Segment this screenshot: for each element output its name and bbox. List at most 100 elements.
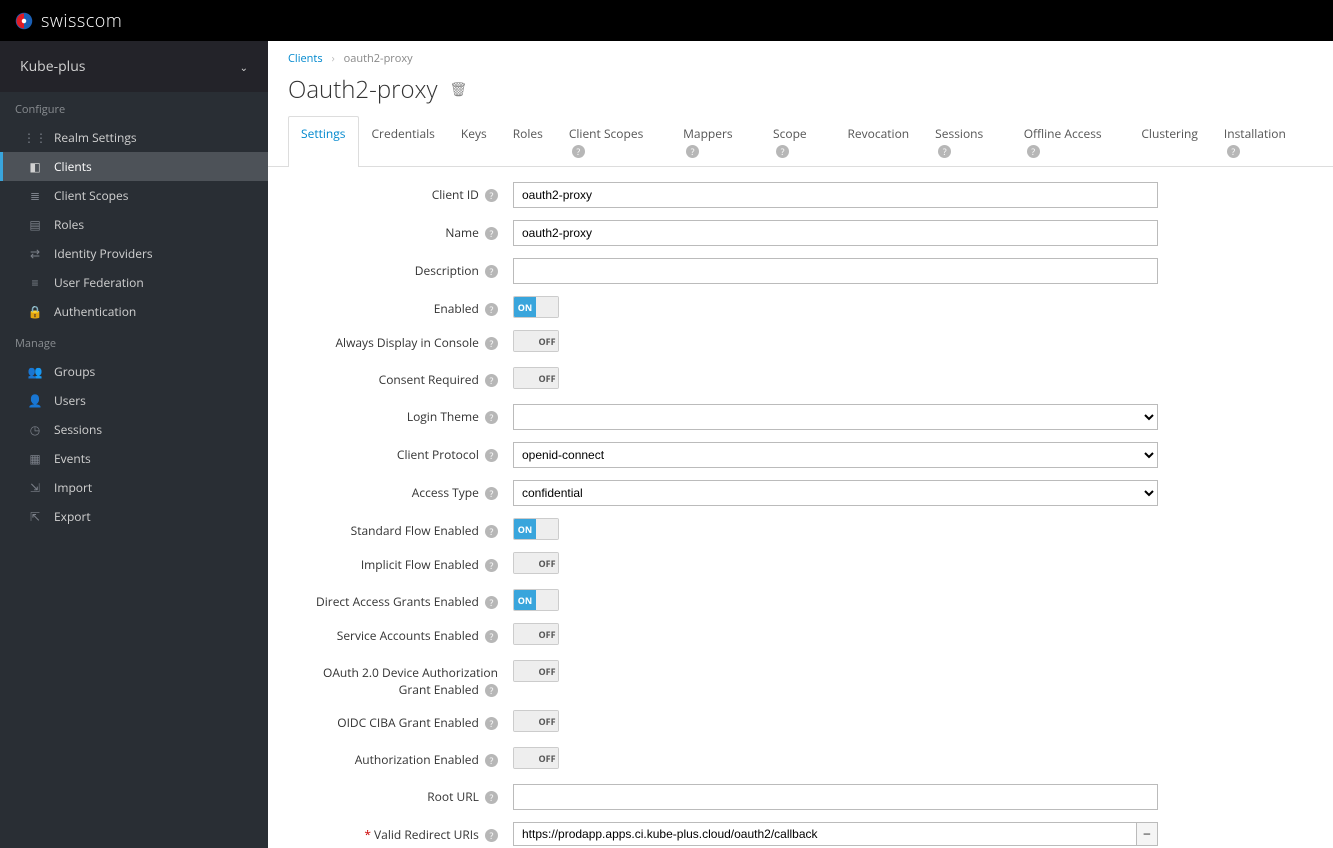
help-icon[interactable]: ?: [485, 791, 498, 804]
export-icon: ⇱: [28, 508, 42, 525]
help-icon[interactable]: ?: [485, 487, 498, 500]
label-authorization-enabled: Authorization Enabled ?: [288, 747, 513, 768]
label-oidc-ciba-grant-enabled: OIDC CIBA Grant Enabled ?: [288, 710, 513, 731]
consent-toggle[interactable]: OFF: [513, 367, 559, 389]
help-icon[interactable]: ?: [485, 596, 498, 609]
help-icon[interactable]: ?: [485, 525, 498, 538]
protocol-select[interactable]: openid-connect: [513, 442, 1158, 468]
topbar: swisscom: [0, 0, 1333, 41]
always-display-toggle[interactable]: OFF: [513, 330, 559, 352]
root-url-input[interactable]: [513, 784, 1158, 810]
exchange-icon: ⇄: [28, 245, 42, 262]
enabled-toggle[interactable]: ON: [513, 296, 559, 318]
help-icon[interactable]: ?: [485, 227, 498, 240]
sidebar-item-export[interactable]: ⇱Export: [0, 502, 268, 531]
breadcrumb-current: oauth2-proxy: [344, 51, 413, 66]
help-icon: ?: [1227, 145, 1240, 158]
direct-access-toggle[interactable]: ON: [513, 589, 559, 611]
sidebar-item-sessions[interactable]: ◷Sessions: [0, 415, 268, 444]
help-icon[interactable]: ?: [485, 630, 498, 643]
standard-flow-toggle[interactable]: ON: [513, 518, 559, 540]
label-standard-flow-enabled: Standard Flow Enabled ?: [288, 518, 513, 539]
label-valid-redirect-uris: *Valid Redirect URIs ?: [288, 822, 513, 843]
access-type-select[interactable]: confidential: [513, 480, 1158, 506]
sidebar-item-realm-settings[interactable]: ⋮⋮Realm Settings: [0, 123, 268, 152]
help-icon: ?: [686, 145, 699, 158]
users-icon: 👥: [28, 363, 42, 380]
label-always-display-in-console: Always Display in Console ?: [288, 330, 513, 351]
tab-credentials[interactable]: Credentials: [359, 116, 448, 167]
sidebar-item-import[interactable]: ⇲Import: [0, 473, 268, 502]
list-icon: ≣: [28, 187, 42, 204]
breadcrumb-clients-link[interactable]: Clients: [288, 51, 323, 66]
help-icon[interactable]: ?: [485, 303, 498, 316]
tab-offline-access[interactable]: Offline Access?: [1011, 116, 1129, 167]
label-client-id: Client ID ?: [288, 182, 513, 203]
name-input[interactable]: [513, 220, 1158, 246]
redirect-uri-remove-button[interactable]: −: [1136, 822, 1158, 846]
tab-revocation[interactable]: Revocation: [834, 116, 922, 167]
help-icon[interactable]: ?: [485, 374, 498, 387]
sidebar-item-roles[interactable]: ▤Roles: [0, 210, 268, 239]
help-icon[interactable]: ?: [485, 189, 498, 202]
tab-client-scopes[interactable]: Client Scopes?: [556, 116, 670, 167]
service-accounts-toggle[interactable]: OFF: [513, 623, 559, 645]
sidebar-item-user-federation[interactable]: ≡User Federation: [0, 268, 268, 297]
delete-icon[interactable]: 🗑: [450, 80, 468, 99]
brand-text: swisscom: [41, 9, 122, 33]
help-icon: ?: [1027, 145, 1040, 158]
label-service-accounts-enabled: Service Accounts Enabled ?: [288, 623, 513, 644]
redirect-uri-input[interactable]: [513, 822, 1137, 846]
sidebar-item-identity-providers[interactable]: ⇄Identity Providers: [0, 239, 268, 268]
realm-name: Kube-plus: [20, 57, 85, 76]
sidebar-item-groups[interactable]: 👥Groups: [0, 357, 268, 386]
tab-clustering[interactable]: Clustering: [1128, 116, 1211, 167]
brand[interactable]: swisscom: [15, 9, 122, 33]
tab-roles[interactable]: Roles: [500, 116, 556, 167]
realm-selector[interactable]: Kube-plus ⌄: [0, 41, 268, 92]
page-title: Oauth2-proxy 🗑: [268, 71, 1333, 116]
tab-mappers[interactable]: Mappers?: [670, 116, 760, 167]
ciba-toggle[interactable]: OFF: [513, 710, 559, 732]
help-icon[interactable]: ?: [485, 754, 498, 767]
client-id-input[interactable]: [513, 182, 1158, 208]
help-icon[interactable]: ?: [485, 559, 498, 572]
breadcrumb-separator: ›: [331, 51, 334, 66]
help-icon[interactable]: ?: [485, 684, 498, 697]
help-icon[interactable]: ?: [485, 411, 498, 424]
tab-installation[interactable]: Installation?: [1211, 116, 1313, 167]
help-icon[interactable]: ?: [485, 449, 498, 462]
sidebar-item-events[interactable]: ▦Events: [0, 444, 268, 473]
database-icon: ≡: [28, 274, 42, 291]
login-theme-select[interactable]: [513, 404, 1158, 430]
help-icon[interactable]: ?: [485, 717, 498, 730]
help-icon[interactable]: ?: [485, 829, 498, 842]
sidebar-item-users[interactable]: 👤Users: [0, 386, 268, 415]
tab-keys[interactable]: Keys: [448, 116, 500, 167]
user-icon: 👤: [28, 392, 42, 409]
breadcrumb: Clients › oauth2-proxy: [268, 41, 1333, 71]
label-enabled: Enabled ?: [288, 296, 513, 317]
brand-logo-icon: [15, 12, 33, 30]
help-icon[interactable]: ?: [485, 337, 498, 350]
cube-icon: ◧: [28, 158, 42, 175]
sidebar-item-authentication[interactable]: 🔒Authentication: [0, 297, 268, 326]
sidebar-item-client-scopes[interactable]: ≣Client Scopes: [0, 181, 268, 210]
device-auth-toggle[interactable]: OFF: [513, 660, 559, 682]
sidebar: Kube-plus ⌄ Configure ⋮⋮Realm Settings ◧…: [0, 41, 268, 848]
sidebar-item-clients[interactable]: ◧Clients: [0, 152, 268, 181]
authz-toggle[interactable]: OFF: [513, 747, 559, 769]
help-icon: ?: [776, 145, 789, 158]
description-input[interactable]: [513, 258, 1158, 284]
tab-scope[interactable]: Scope?: [760, 116, 834, 167]
label-access-type: Access Type ?: [288, 480, 513, 501]
help-icon[interactable]: ?: [485, 265, 498, 278]
tab-settings[interactable]: Settings: [288, 116, 359, 167]
tabs: SettingsCredentialsKeysRolesClient Scope…: [268, 116, 1333, 167]
label-client-protocol: Client Protocol ?: [288, 442, 513, 463]
help-icon: ?: [572, 145, 585, 158]
label-oauth-2-0-device-authorization-grant-enabled: OAuth 2.0 Device Authorization Grant Ena…: [288, 660, 513, 698]
settings-form: Client ID ?Name ?Description ?Enabled ?O…: [268, 167, 1333, 848]
implicit-flow-toggle[interactable]: OFF: [513, 552, 559, 574]
tab-sessions[interactable]: Sessions?: [922, 116, 1011, 167]
